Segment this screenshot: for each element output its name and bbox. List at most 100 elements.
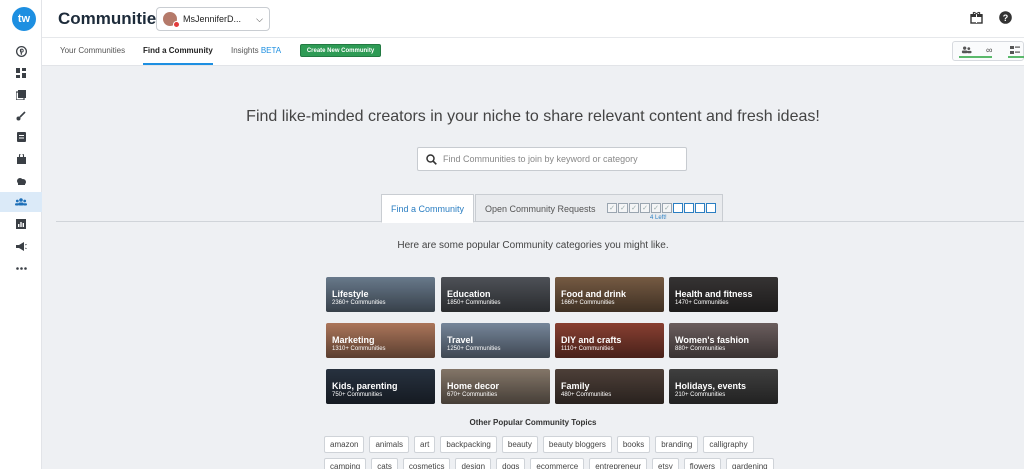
create-new-community-button[interactable]: Create New Community bbox=[300, 44, 381, 57]
category-name: Women's fashion bbox=[675, 335, 749, 345]
topic-chip[interactable]: animals bbox=[369, 436, 410, 453]
category-count: 480+ Communities bbox=[561, 392, 612, 398]
category-card[interactable]: Family 480+ Communities bbox=[555, 369, 664, 404]
topic-chip[interactable]: backpacking bbox=[440, 436, 497, 453]
insights-label: Insights bbox=[231, 46, 259, 55]
open-slot-icon bbox=[695, 203, 705, 213]
page-title: Communities bbox=[58, 9, 166, 28]
topic-chip[interactable]: books bbox=[616, 436, 651, 453]
used-slot-icon: ✓ bbox=[651, 203, 661, 213]
brush-icon[interactable] bbox=[0, 106, 42, 126]
request-slots: ✓ ✓ ✓ ✓ ✓ ✓ bbox=[607, 203, 716, 213]
chevron-down-icon: ⌵ bbox=[256, 13, 263, 24]
topic-chip[interactable]: ecommerce bbox=[530, 458, 585, 469]
topic-chip[interactable]: art bbox=[414, 436, 436, 453]
category-card[interactable]: Travel 1250+ Communities bbox=[441, 323, 550, 358]
category-count: 1110+ Communities bbox=[561, 346, 614, 352]
category-card[interactable]: Food and drink 1660+ Communities bbox=[555, 277, 664, 312]
avatar bbox=[163, 12, 180, 28]
used-slot-icon: ✓ bbox=[607, 203, 617, 213]
category-name: Marketing bbox=[332, 335, 375, 345]
topic-chip[interactable]: gardening bbox=[726, 458, 774, 469]
list-icon bbox=[1010, 46, 1020, 54]
open-slot-icon bbox=[706, 203, 716, 213]
search-icon bbox=[426, 153, 437, 165]
category-card[interactable]: Kids, parenting 750+ Communities bbox=[326, 369, 435, 404]
category-count: 1660+ Communities bbox=[561, 300, 615, 306]
tab-find-community[interactable]: Find a Community bbox=[381, 194, 474, 223]
topic-chip[interactable]: entrepreneur bbox=[589, 458, 648, 469]
category-count: 880+ Communities bbox=[675, 346, 726, 352]
category-card[interactable]: Health and fitness 1470+ Communities bbox=[669, 277, 778, 312]
category-name: Holidays, events bbox=[675, 381, 747, 391]
category-count: 1470+ Communities bbox=[675, 300, 729, 306]
tab-find-a-community[interactable]: Find a Community bbox=[143, 46, 213, 55]
topic-chips: amazon animals art backpacking beauty beauty … bbox=[324, 436, 778, 469]
account-name: MsJenniferD... bbox=[183, 14, 242, 24]
topic-chip[interactable]: flowers bbox=[683, 458, 722, 469]
category-card[interactable]: Lifestyle 2360+ Communities bbox=[326, 277, 435, 312]
category-card[interactable]: Education 1850+ Communities bbox=[441, 277, 550, 312]
topic-chip[interactable]: amazon bbox=[324, 436, 365, 453]
bag-icon[interactable] bbox=[0, 149, 42, 169]
left-sidebar: tw bbox=[0, 0, 42, 469]
account-selector[interactable]: MsJenniferD... ⌵ bbox=[156, 7, 270, 31]
topic-chip[interactable]: cats bbox=[371, 458, 398, 469]
logo-text: tw bbox=[17, 13, 31, 25]
top-header: Communities MsJenniferD... ⌵ ? bbox=[42, 0, 1024, 38]
category-count: 1310+ Communities bbox=[332, 346, 386, 352]
category-name: Kids, parenting bbox=[332, 381, 398, 391]
category-count: 1250+ Communities bbox=[447, 346, 501, 352]
megaphone-icon[interactable] bbox=[0, 236, 42, 256]
sub-navigation: Your Communities Find a Community Insigh… bbox=[42, 38, 1024, 66]
used-slot-icon: ✓ bbox=[629, 203, 639, 213]
category-card[interactable]: Holidays, events 210+ Communities bbox=[669, 369, 778, 404]
infinity-count: ∞ bbox=[986, 45, 993, 55]
tab-open-community-requests[interactable]: Open Community Requests ✓ ✓ ✓ ✓ ✓ ✓ 4 Le… bbox=[475, 194, 723, 222]
communities-icon[interactable] bbox=[0, 192, 42, 212]
chart-icon[interactable] bbox=[0, 214, 42, 234]
beta-badge: BETA bbox=[260, 46, 282, 55]
category-name: Home decor bbox=[447, 381, 500, 391]
topic-chip[interactable]: branding bbox=[655, 436, 699, 453]
help-icon[interactable]: ? bbox=[999, 11, 1013, 25]
category-card[interactable]: Home decor 670+ Communities bbox=[441, 369, 550, 404]
other-topics-title: Other Popular Community Topics bbox=[469, 418, 597, 427]
category-name: Food and drink bbox=[561, 289, 626, 299]
topic-chip[interactable]: camping bbox=[324, 458, 367, 469]
category-card[interactable]: Marketing 1310+ Communities bbox=[326, 323, 435, 358]
category-count: 750+ Communities bbox=[332, 392, 383, 398]
open-slot-icon bbox=[673, 203, 683, 213]
communities-quota-panel[interactable]: ∞ bbox=[952, 41, 1024, 61]
dashboard-icon[interactable] bbox=[0, 63, 42, 83]
category-name: Education bbox=[447, 289, 491, 299]
quota-bar bbox=[959, 56, 992, 58]
tab-your-communities[interactable]: Your Communities bbox=[60, 46, 125, 55]
tab-insights[interactable]: Insights BETA bbox=[231, 46, 281, 55]
category-card[interactable]: Women's fashion 880+ Communities bbox=[669, 323, 778, 358]
search-input[interactable] bbox=[443, 154, 673, 164]
topic-chip[interactable]: beauty bloggers bbox=[542, 436, 612, 453]
topic-chip[interactable]: etsy bbox=[652, 458, 679, 469]
topic-chip[interactable]: beauty bbox=[501, 436, 538, 453]
pinterest-icon[interactable] bbox=[0, 41, 42, 61]
tailwind-logo[interactable]: tw bbox=[12, 7, 36, 31]
category-name: Travel bbox=[447, 335, 474, 345]
category-name: DIY and crafts bbox=[561, 335, 622, 345]
document-icon[interactable] bbox=[0, 127, 42, 147]
category-count: 1850+ Communities bbox=[447, 300, 501, 306]
topic-chip[interactable]: design bbox=[455, 458, 492, 469]
cloud-icon[interactable] bbox=[0, 171, 42, 191]
topic-chip[interactable]: dogs bbox=[496, 458, 526, 469]
more-icon[interactable] bbox=[0, 258, 42, 278]
gift-icon[interactable] bbox=[970, 11, 984, 25]
requests-left-count: 4 Left! bbox=[650, 215, 667, 221]
category-count: 2360+ Communities bbox=[332, 300, 386, 306]
active-tab-indicator bbox=[143, 63, 213, 65]
topic-chip[interactable]: cosmetics bbox=[402, 458, 451, 469]
category-card[interactable]: DIY and crafts 1110+ Communities bbox=[555, 323, 664, 358]
used-slot-icon: ✓ bbox=[640, 203, 650, 213]
community-search[interactable] bbox=[417, 147, 687, 171]
topic-chip[interactable]: calligraphy bbox=[703, 436, 754, 453]
gallery-icon[interactable] bbox=[0, 85, 42, 105]
